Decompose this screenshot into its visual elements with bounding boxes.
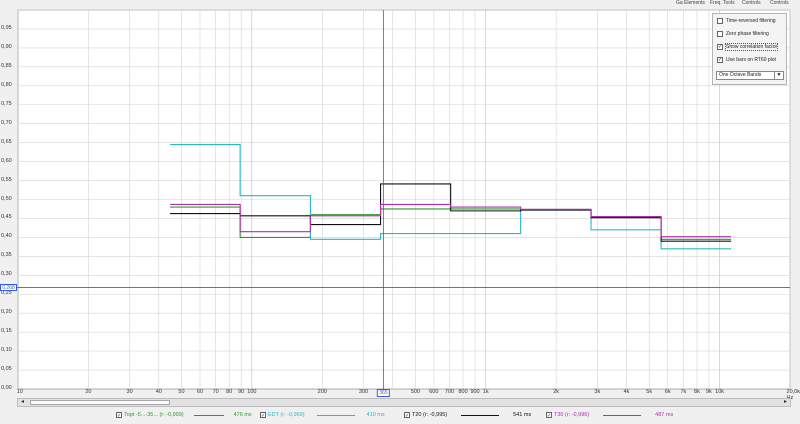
x-tick-label: 70	[212, 389, 219, 395]
scrollbar-thumb[interactable]	[30, 400, 170, 405]
legend-value: 541 ms	[513, 412, 532, 418]
option-label: Time-reversed filtering	[726, 18, 776, 24]
x-tick-label: 1k	[482, 389, 489, 395]
legend-value: 476 ms	[233, 412, 252, 418]
x-tick-label: 60	[196, 389, 204, 395]
legend-swatch	[461, 414, 500, 416]
legend-checkbox[interactable]: ✓	[404, 412, 410, 419]
y-tick-label: 0,30	[1, 271, 12, 278]
y-tick-label: 0,95	[1, 24, 12, 31]
x-tick-label: 700	[444, 389, 455, 395]
use-bars-checkbox[interactable]: ✓	[717, 57, 723, 63]
y-tick-label: 0,35	[1, 252, 12, 259]
legend-label: T20 (r: -0,995)	[412, 412, 448, 418]
y-tick-label: 0,55	[1, 176, 12, 183]
y-tick-label: 0,90	[1, 43, 12, 50]
legend-swatch	[603, 414, 642, 416]
x-tick-label: 40	[155, 389, 162, 395]
rt60-plot[interactable]	[0, 0, 800, 400]
x-tick-label: 80	[226, 389, 233, 395]
legend-checkbox[interactable]: ✓	[546, 412, 552, 419]
legend-label: EDT (r: -0,969)	[268, 412, 305, 418]
chevron-down-icon[interactable]: ▼	[774, 72, 783, 79]
show-correlation-option[interactable]: ✓ Show correlation factor	[717, 43, 779, 51]
x-tick-label: 4k	[623, 389, 630, 395]
x-tick-label: 100	[247, 389, 257, 395]
y-tick-label: 0,80	[1, 81, 12, 88]
x-tick-label: 600	[429, 389, 439, 395]
time-reversed-checkbox[interactable]	[717, 18, 723, 24]
option-label: Show correlation factor	[724, 43, 779, 51]
scroll-right-icon[interactable]: ▸	[781, 399, 790, 406]
y-tick-label: 0,05	[1, 366, 12, 373]
y-tick-label: 0,65	[1, 138, 12, 145]
y-tick-label: 0,75	[1, 100, 12, 107]
use-bars-option[interactable]: ✓ Use bars on RT60 plot	[717, 56, 776, 64]
legend-label: Topt -5...-35... (r: -0,999)	[124, 412, 184, 418]
legend-item-edt[interactable]: ✓ EDT (r: -0,969) 410 ms	[260, 410, 385, 420]
x-tick-label: 500	[410, 389, 420, 395]
y-tick-label: 0,50	[1, 195, 12, 202]
x-tick-label: 300	[358, 389, 369, 395]
legend-swatch	[316, 414, 355, 416]
legend-value: 487 ms	[655, 412, 674, 418]
x-axis-labels: 10 20 30 40 50 60 70 80 90 100 200 300 500 600 700 800 9…	[0, 389, 800, 401]
band-select-value: One Octave Bands	[719, 72, 762, 78]
legend-checkbox[interactable]: ✓	[116, 412, 122, 419]
y-tick-label: 0,70	[1, 119, 12, 126]
x-tick-label: 20	[85, 389, 92, 395]
legend-label: T30 (r: -0,996)	[554, 412, 590, 418]
option-label: Zero phase filtering	[726, 31, 769, 37]
x-tick-label: 7k	[680, 389, 687, 395]
legend-item-t20[interactable]: ✓ T20 (r: -0,995) 541 ms	[404, 410, 531, 420]
legend-item-t30[interactable]: ✓ T30 (r: -0,996) 487 ms	[546, 410, 673, 420]
x-tick-label: 90	[238, 389, 245, 395]
options-panel: Time-reversed filtering Zero phase filte…	[712, 13, 787, 85]
x-tick-label: 9k	[705, 389, 712, 395]
cursor-x-readout: 365	[377, 389, 390, 397]
x-tick-label: 5k	[646, 389, 653, 395]
y-tick-label: 0,40	[1, 233, 12, 240]
x-tick-label: 10	[16, 389, 23, 395]
legend-checkbox[interactable]: ✓	[260, 412, 266, 419]
x-tick-label: 30	[126, 389, 133, 395]
legend-item-topt[interactable]: ✓ Topt -5...-35... (r: -0,999) 476 ms	[116, 410, 252, 420]
x-tick-label: 8k	[694, 389, 700, 395]
cursor-y-readout: 0,268	[0, 283, 17, 291]
x-tick-label: 10k	[715, 389, 725, 395]
x-tick-label: 3k	[594, 389, 601, 395]
x-tick-label: 6k	[664, 389, 671, 395]
x-tick-label: 2k	[553, 389, 560, 395]
x-tick-label: 50	[178, 389, 185, 395]
x-tick-label: 800	[458, 389, 468, 395]
zero-phase-option[interactable]: Zero phase filtering	[717, 30, 769, 38]
band-select-dropdown[interactable]: One Octave Bands ▼	[716, 71, 784, 80]
scroll-left-icon[interactable]: ◂	[18, 399, 27, 406]
y-tick-label: 0,15	[1, 328, 12, 335]
y-tick-label: 0,20	[1, 309, 12, 316]
option-label: Use bars on RT60 plot	[726, 57, 776, 63]
time-reversed-option[interactable]: Time-reversed filtering	[717, 17, 776, 25]
show-correlation-checkbox[interactable]: ✓	[717, 44, 723, 50]
y-axis-labels: 0,95 0,90 0,85 0,80 0,75 0,70 0,65 0,60 0,55 0,50…	[0, 0, 18, 400]
y-tick-label: 0,45	[1, 214, 12, 221]
x-tick-label: 200	[317, 389, 327, 395]
x-tick-label: 900	[470, 389, 480, 395]
y-tick-label: 0,85	[1, 62, 12, 69]
legend-swatch	[193, 414, 224, 416]
y-tick-label: 0,60	[1, 157, 12, 164]
horizontal-scrollbar[interactable]: ◂ ▸	[17, 398, 791, 407]
legend-bar: ✓ Topt -5...-35... (r: -0,999) 476 ms ✓ …	[0, 408, 800, 424]
zero-phase-checkbox[interactable]	[717, 31, 723, 37]
legend-value: 410 ms	[366, 412, 385, 418]
y-tick-label: 0,10	[1, 347, 12, 354]
